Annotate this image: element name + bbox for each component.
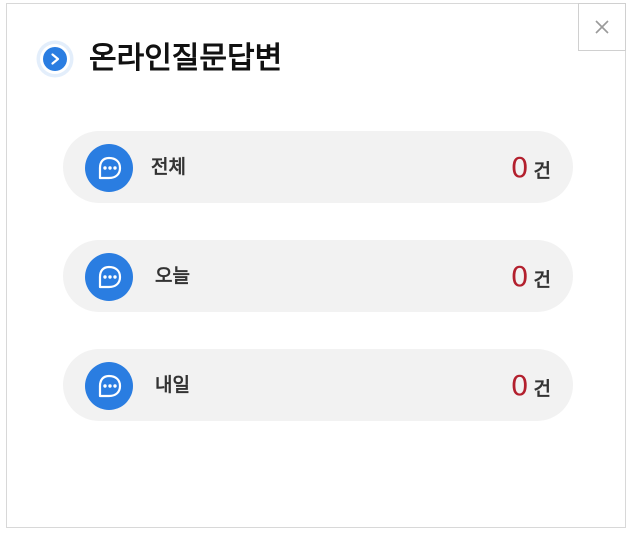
stat-value: 0 건 bbox=[511, 131, 551, 203]
stat-unit: 건 bbox=[533, 377, 551, 400]
dialog-title: 온라인질문답변 bbox=[89, 41, 283, 76]
stat-label: 오늘 bbox=[155, 265, 190, 287]
play-circle-icon bbox=[36, 40, 74, 78]
stat-count: 0 bbox=[510, 368, 529, 402]
stat-label: 전체 bbox=[151, 156, 186, 178]
stat-unit: 건 bbox=[533, 268, 551, 291]
qa-stats-dialog: 온라인질문답변 전체 0 건 오늘 0 건 내일 0 건 bbox=[6, 3, 626, 528]
dialog-header: 온라인질문답변 bbox=[35, 37, 282, 81]
stat-row-tomorrow[interactable]: 내일 0 건 bbox=[63, 349, 573, 421]
close-icon bbox=[595, 20, 609, 34]
stat-value: 0 건 bbox=[511, 240, 551, 312]
stats-list: 전체 0 건 오늘 0 건 내일 0 건 bbox=[63, 131, 573, 458]
stat-label: 내일 bbox=[155, 374, 190, 396]
stat-value: 0 건 bbox=[511, 349, 551, 421]
chat-bubble-icon bbox=[85, 253, 133, 301]
stat-count: 0 bbox=[510, 150, 529, 184]
chat-bubble-icon bbox=[85, 144, 133, 192]
stat-unit: 건 bbox=[533, 159, 551, 182]
stat-count: 0 bbox=[510, 259, 529, 293]
stat-row-today[interactable]: 오늘 0 건 bbox=[63, 240, 573, 312]
stat-row-total[interactable]: 전체 0 건 bbox=[63, 131, 573, 203]
chat-bubble-icon bbox=[85, 362, 133, 410]
close-button[interactable] bbox=[578, 3, 626, 51]
